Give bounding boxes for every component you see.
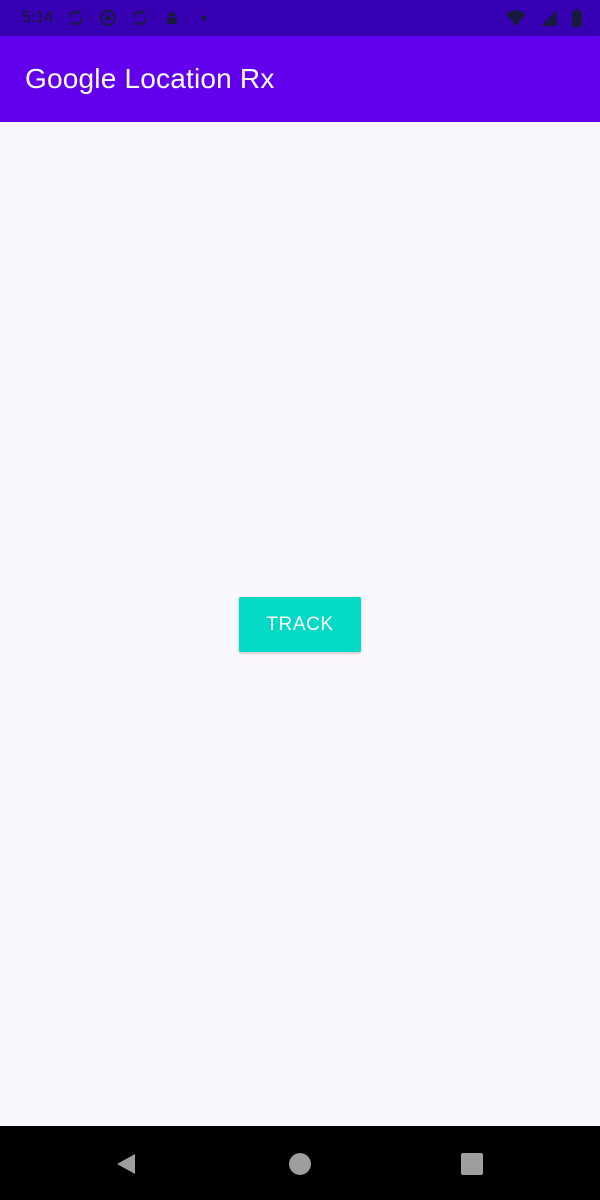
back-icon[interactable] [112, 1150, 140, 1178]
app-bar: Google Location Rx [0, 36, 600, 122]
track-button[interactable]: TRACK [239, 597, 361, 652]
recents-icon[interactable] [458, 1150, 486, 1178]
app-screen: 5:14 Google Location Rx TRACK [0, 0, 600, 1200]
sync-icon [67, 9, 85, 27]
status-right [506, 9, 582, 27]
sync-icon [131, 9, 149, 27]
app-title: Google Location Rx [25, 63, 275, 94]
battery-icon [572, 9, 582, 27]
wifi-icon [506, 9, 526, 27]
android-icon [99, 9, 117, 27]
status-bar: 5:14 [0, 0, 600, 36]
android-icon [163, 9, 181, 27]
main-content: TRACK [0, 122, 600, 1126]
signal-icon [540, 9, 558, 27]
status-left: 5:14 [22, 9, 213, 27]
navigation-bar [0, 1126, 600, 1200]
home-icon[interactable] [286, 1150, 314, 1178]
dot-icon [195, 9, 213, 27]
status-time: 5:14 [22, 9, 54, 26]
